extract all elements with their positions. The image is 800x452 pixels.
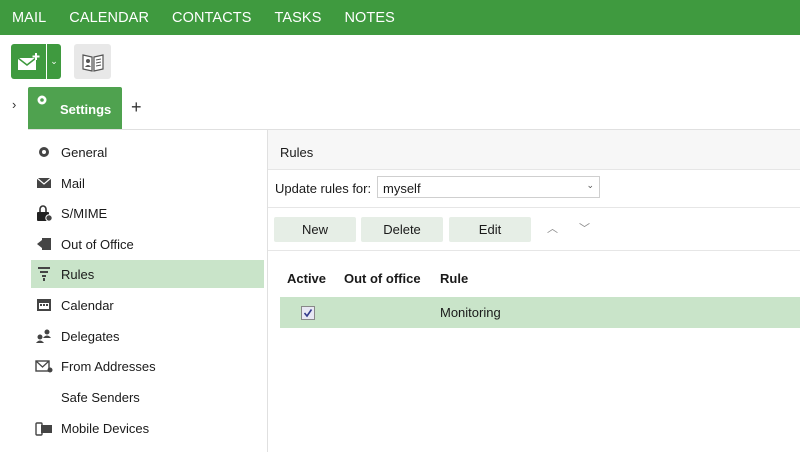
sidebar-item-label: From Addresses xyxy=(61,358,156,374)
funnel-icon xyxy=(34,264,54,284)
gear-icon xyxy=(34,142,54,162)
chevron-down-icon: ⌄ xyxy=(50,56,58,66)
delegates-icon xyxy=(34,326,54,346)
nav-tasks[interactable]: TASKS xyxy=(275,10,322,26)
sidebar-item-mail[interactable]: Mail xyxy=(31,169,264,197)
sidebar-item-delegates[interactable]: Delegates xyxy=(31,322,264,350)
sidebar-item-label: Mail xyxy=(61,175,85,191)
new-mail-icon xyxy=(17,52,39,70)
new-mail-button[interactable] xyxy=(11,44,46,79)
sidebar-item-mobile-devices[interactable]: Mobile Devices xyxy=(31,414,264,442)
column-header-out-of-office[interactable]: Out of office xyxy=(344,271,421,286)
delete-rule-button[interactable]: Delete xyxy=(361,217,443,242)
sidebar-item-label: Out of Office xyxy=(61,236,134,252)
sidebar-item-label: General xyxy=(61,144,108,160)
new-rule-button[interactable]: New xyxy=(274,217,356,242)
lock-icon xyxy=(34,203,54,223)
tab-settings-label: Settings xyxy=(60,102,112,117)
rules-panel: Rules Update rules for: myself ⌄ New Del… xyxy=(268,129,800,452)
sidebar-item-label: Delegates xyxy=(61,328,120,344)
active-checkbox[interactable] xyxy=(301,306,315,320)
out-of-office-icon xyxy=(34,234,54,254)
sidebar-item-safe-senders[interactable]: Safe Senders xyxy=(31,383,264,411)
sidebar-item-rules[interactable]: Rules xyxy=(31,260,264,288)
gear-icon xyxy=(37,95,47,105)
divider xyxy=(268,250,800,251)
sidebar-item-label: Safe Senders xyxy=(61,389,140,405)
address-book-icon xyxy=(81,53,104,72)
settings-sidebar: General Mail S/MIME Out of Office Rules … xyxy=(28,129,268,452)
tab-settings[interactable]: Settings xyxy=(28,87,122,129)
move-up-icon[interactable]: ︿ xyxy=(547,220,558,236)
tab-bar: › Settings + xyxy=(0,87,800,129)
sidebar-item-calendar[interactable]: Calendar xyxy=(31,291,264,319)
expand-tabs-icon[interactable]: › xyxy=(12,97,16,112)
sidebar-item-label: Rules xyxy=(61,266,95,282)
rule-name: Monitoring xyxy=(440,305,501,320)
table-row[interactable]: Monitoring xyxy=(280,297,800,328)
update-rules-value: myself xyxy=(383,181,421,196)
divider xyxy=(268,207,800,208)
nav-calendar[interactable]: CALENDAR xyxy=(69,10,149,26)
column-header-rule[interactable]: Rule xyxy=(440,271,468,286)
panel-header: Rules xyxy=(268,130,800,170)
calendar-icon xyxy=(34,295,54,315)
sidebar-item-general[interactable]: General xyxy=(31,138,264,166)
sidebar-item-out-of-office[interactable]: Out of Office xyxy=(31,230,264,258)
sidebar-item-smime[interactable]: S/MIME xyxy=(31,199,264,227)
mobile-devices-icon xyxy=(34,418,54,438)
column-header-active[interactable]: Active xyxy=(287,271,326,286)
new-mail-dropdown-button[interactable]: ⌄ xyxy=(47,44,61,79)
from-address-icon xyxy=(34,356,54,376)
update-rules-label: Update rules for: xyxy=(275,181,372,196)
sidebar-item-from-addresses[interactable]: From Addresses xyxy=(31,352,264,380)
sidebar-item-label: S/MIME xyxy=(61,205,108,221)
update-rules-select[interactable]: myself ⌄ xyxy=(377,176,600,198)
sidebar-item-label: Calendar xyxy=(61,297,114,313)
nav-mail[interactable]: MAIL xyxy=(12,10,46,26)
edit-rule-button[interactable]: Edit xyxy=(449,217,531,242)
top-navigation: MAIL CALENDAR CONTACTS TASKS NOTES xyxy=(0,0,800,35)
add-tab-button[interactable]: + xyxy=(131,97,142,118)
checkmark-icon xyxy=(303,309,313,318)
nav-notes[interactable]: NOTES xyxy=(344,10,394,26)
chevron-down-icon: ⌄ xyxy=(586,180,594,190)
sidebar-item-label: Mobile Devices xyxy=(61,420,150,436)
envelope-icon xyxy=(34,173,54,193)
address-book-button[interactable] xyxy=(74,44,111,79)
move-down-icon[interactable]: ﹀ xyxy=(579,220,590,236)
page-title: Rules xyxy=(280,145,314,160)
toolbar: ⌄ xyxy=(0,35,800,87)
nav-contacts[interactable]: CONTACTS xyxy=(172,10,251,26)
